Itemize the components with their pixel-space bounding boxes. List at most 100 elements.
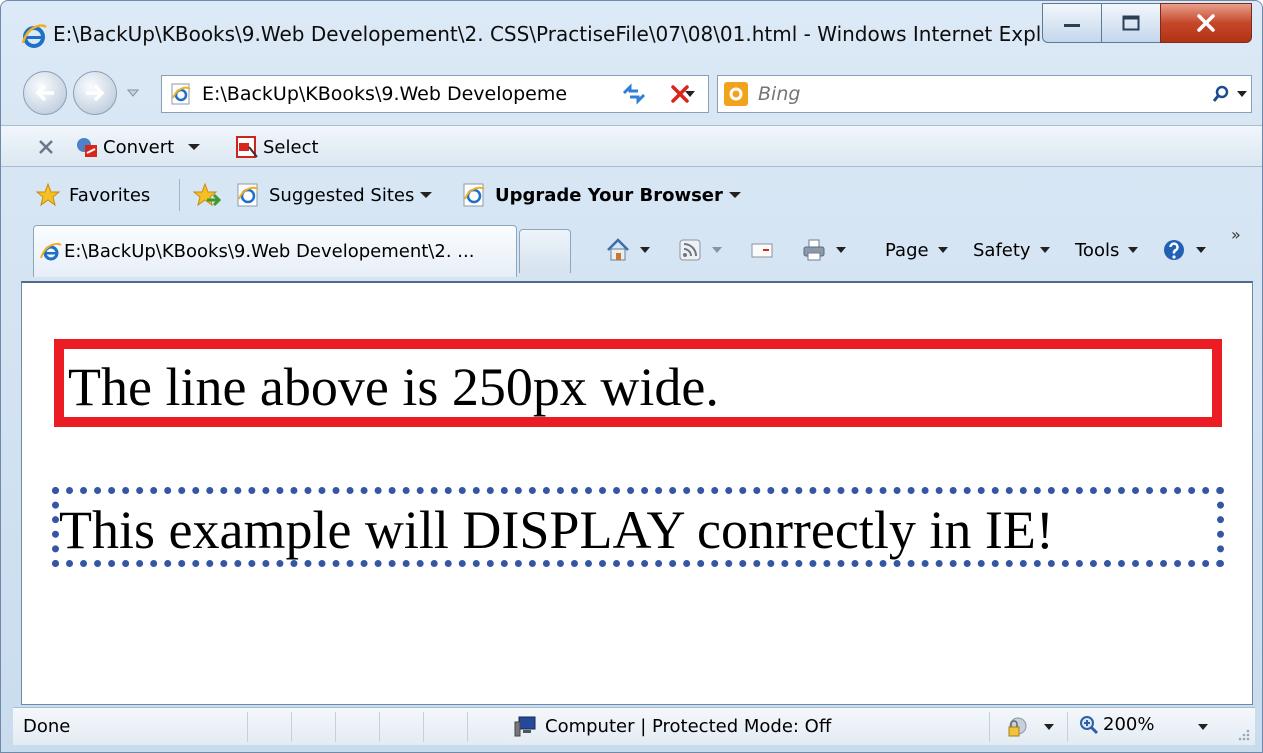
print-button[interactable] <box>801 235 847 265</box>
chevron-down-icon <box>420 192 433 198</box>
help-menu[interactable] <box>1161 235 1207 265</box>
maximize-icon <box>1122 15 1140 31</box>
back-button[interactable] <box>23 71 67 115</box>
forward-button[interactable] <box>73 71 117 115</box>
tab-current-page[interactable]: E:\BackUp\KBooks\9.Web Developement\2. .… <box>33 225 517 277</box>
upgrade-browser-button[interactable]: Upgrade Your Browser <box>461 181 745 209</box>
new-tab-button[interactable] <box>519 229 571 273</box>
page-content: The line above is 250px wide. This examp… <box>21 281 1253 705</box>
page-favicon-icon <box>171 83 191 105</box>
favorites-label: Favorites <box>69 184 151 206</box>
page-menu-label: Page <box>885 239 929 261</box>
add-to-favorites-icon[interactable] <box>193 182 221 210</box>
dotted-box-text: This example will DISPLAY conrrectly in … <box>59 500 1054 560</box>
status-divider <box>379 712 380 742</box>
title-bar[interactable]: E:\BackUp\KBooks\9.Web Developement\2. C… <box>1 1 1262 63</box>
suggested-sites-button[interactable]: Suggested Sites <box>235 181 436 209</box>
tools-menu[interactable]: Tools <box>1075 235 1139 265</box>
favorites-separator <box>179 179 180 211</box>
ie-logo-icon <box>21 24 47 48</box>
select-button[interactable]: Select <box>235 133 319 161</box>
security-zone[interactable]: Computer | Protected Mode: Off <box>513 714 831 738</box>
refresh-icon <box>622 83 646 105</box>
chevron-down-icon <box>1128 247 1139 253</box>
computer-icon <box>514 716 536 737</box>
chevron-down-icon <box>937 247 948 253</box>
status-text: Done <box>23 716 71 737</box>
resize-grip-icon[interactable] <box>1235 726 1251 742</box>
address-row: E:\BackUp\KBooks\9.Web Developeme <box>1 69 1262 119</box>
more-tools-icon[interactable]: » <box>1231 225 1241 244</box>
convert-label: Convert <box>103 136 175 158</box>
close-button[interactable] <box>1160 3 1252 43</box>
refresh-button[interactable] <box>615 75 653 113</box>
status-bar: Done Computer | Protected Mode: Off 200% <box>13 707 1255 745</box>
zoom-level-label: 200% <box>1103 714 1155 735</box>
close-icon <box>1197 14 1215 32</box>
window-title: E:\BackUp\KBooks\9.Web Developement\2. C… <box>53 22 1082 46</box>
status-divider <box>1067 712 1068 742</box>
zoom-level-button[interactable]: 200% <box>1079 714 1154 735</box>
window-controls <box>1042 3 1252 43</box>
upgrade-browser-label: Upgrade Your Browser <box>495 184 723 206</box>
stop-icon <box>671 85 689 103</box>
chevron-down-icon <box>127 89 139 97</box>
star-icon <box>35 182 61 207</box>
select-label: Select <box>263 136 319 158</box>
maximize-button[interactable] <box>1101 3 1161 43</box>
recent-pages-dropdown[interactable] <box>125 85 141 101</box>
security-zone-label: Computer | Protected Mode: Off <box>545 715 832 737</box>
help-icon <box>1164 240 1184 260</box>
bing-logo-icon <box>724 82 748 106</box>
status-divider <box>423 712 424 742</box>
tab-row: E:\BackUp\KBooks\9.Web Developement\2. .… <box>1 223 1262 279</box>
security-lock-icon[interactable] <box>1005 715 1029 739</box>
tools-menu-label: Tools <box>1075 239 1120 261</box>
home-icon <box>607 238 629 261</box>
back-arrow-icon <box>35 84 54 102</box>
stop-button[interactable] <box>661 75 699 113</box>
chevron-down-icon <box>712 247 722 253</box>
page-menu[interactable]: Page <box>885 235 949 265</box>
chevron-down-icon <box>1196 247 1206 253</box>
chevron-down-icon <box>1039 247 1050 253</box>
safety-menu[interactable]: Safety <box>973 235 1051 265</box>
red-bordered-paragraph: The line above is 250px wide. <box>54 339 1222 427</box>
minimize-icon <box>1064 24 1080 27</box>
rss-feed-icon <box>679 239 701 261</box>
convert-pdf-icon <box>77 138 97 157</box>
red-box-text: The line above is 250px wide. <box>68 357 719 417</box>
read-mail-button[interactable] <box>749 235 775 265</box>
command-bar: Convert Select <box>1 125 1262 167</box>
close-toolbar-icon[interactable] <box>35 136 57 158</box>
status-divider <box>247 712 248 742</box>
mail-icon <box>751 243 773 258</box>
chevron-down-icon <box>728 192 741 198</box>
ie-page-icon <box>463 183 485 207</box>
printer-icon <box>803 239 825 261</box>
chevron-down-icon[interactable] <box>1197 722 1209 732</box>
zoom-icon <box>1080 715 1099 734</box>
favorites-button[interactable]: Favorites <box>35 181 150 209</box>
search-button[interactable] <box>1209 76 1251 112</box>
dotted-bordered-paragraph: This example will DISPLAY conrrectly in … <box>52 487 1224 567</box>
chevron-down-icon[interactable] <box>1043 722 1055 732</box>
minimize-button[interactable] <box>1042 3 1102 43</box>
search-bar[interactable] <box>717 75 1252 113</box>
favorites-bar: Favorites Suggested Sites Upgrade Your B… <box>1 169 1262 221</box>
pdf-select-icon <box>236 136 258 158</box>
address-input[interactable]: E:\BackUp\KBooks\9.Web Developeme <box>202 83 672 105</box>
feeds-button[interactable] <box>677 235 723 265</box>
ie-window: E:\BackUp\KBooks\9.Web Developement\2. C… <box>0 0 1263 753</box>
convert-button[interactable]: Convert <box>75 133 204 161</box>
chevron-down-icon <box>836 247 846 253</box>
status-divider <box>989 712 990 742</box>
chevron-down-icon <box>188 144 201 150</box>
search-input[interactable] <box>758 83 1209 105</box>
home-button[interactable] <box>605 235 651 265</box>
chevron-down-icon <box>640 247 650 253</box>
status-divider <box>291 712 292 742</box>
tab-label: E:\BackUp\KBooks\9.Web Developement\2. .… <box>64 241 475 262</box>
search-icon <box>1213 85 1247 102</box>
suggested-sites-label: Suggested Sites <box>269 184 415 206</box>
